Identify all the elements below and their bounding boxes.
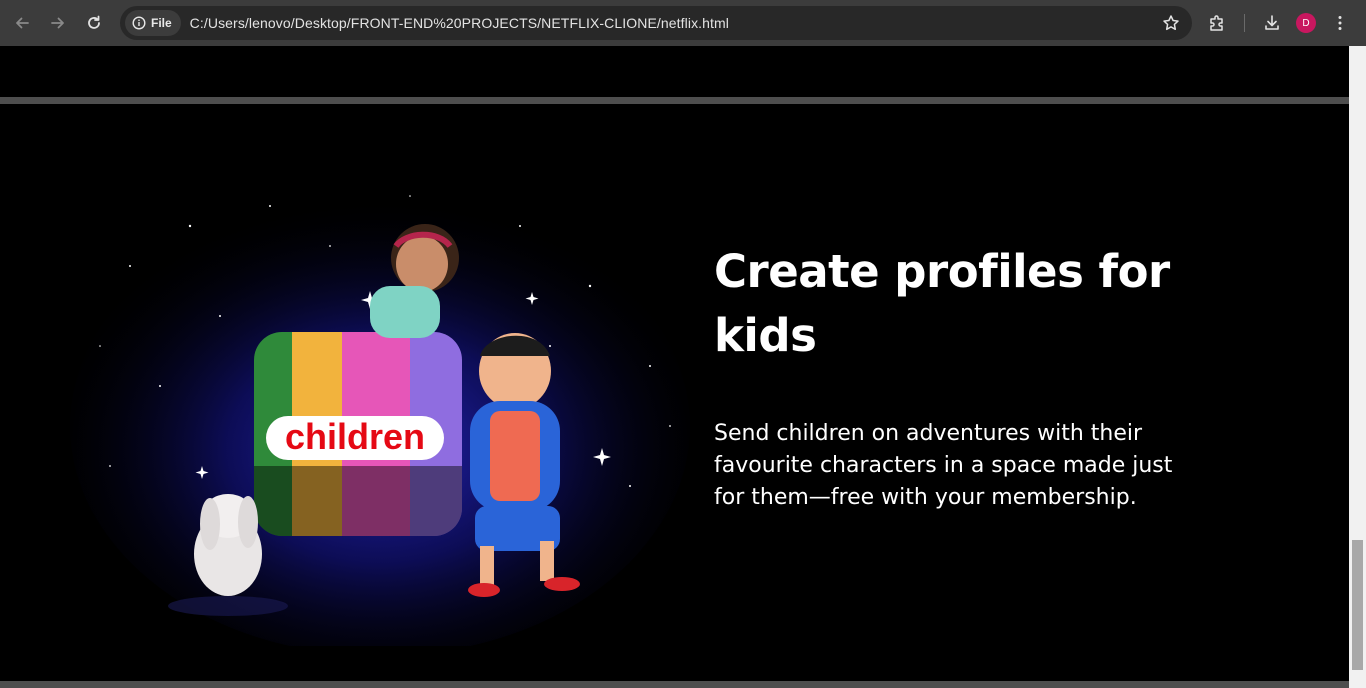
info-icon: [132, 16, 146, 30]
star-icon[interactable]: [1162, 14, 1180, 32]
toolbar-separator: [1244, 14, 1245, 32]
section-description: Send children on adventures with their f…: [714, 418, 1184, 514]
forward-button[interactable]: [40, 5, 76, 41]
kids-section-text: Create profiles for kids Send children o…: [714, 240, 1184, 514]
forward-icon: [51, 17, 64, 29]
downloads-button[interactable]: [1255, 6, 1289, 40]
menu-icon: [1338, 16, 1342, 30]
description-line-1: Send children on adventures with their: [714, 421, 1143, 446]
scrollbar-thumb[interactable]: [1352, 540, 1363, 670]
url-text[interactable]: C:/Users/lenovo/Desktop/FRONT-END%20PROJ…: [190, 15, 729, 31]
reload-icon: [88, 15, 100, 29]
kids-profile-illustration: children: [70, 195, 690, 646]
site-chip-label: File: [151, 16, 172, 30]
extensions-button[interactable]: [1200, 6, 1234, 40]
back-button[interactable]: [4, 5, 40, 41]
profile-button[interactable]: D: [1289, 6, 1323, 40]
reload-button[interactable]: [76, 5, 112, 41]
section-title: Create profiles for kids: [714, 240, 1184, 368]
title-line-1: Create profiles for: [714, 245, 1170, 298]
page-viewport: children Create profiles for kids Send c…: [0, 46, 1349, 688]
browser-toolbar: File C:/Users/lenovo/Desktop/FRONT-END%2…: [0, 0, 1366, 46]
avatar: D: [1296, 13, 1316, 33]
description-line-3: for them—free with your membership.: [714, 485, 1137, 510]
back-icon: [16, 17, 29, 29]
site-info-chip[interactable]: File: [125, 10, 181, 36]
address-bar[interactable]: File C:/Users/lenovo/Desktop/FRONT-END%2…: [120, 6, 1192, 40]
download-icon: [1265, 15, 1279, 30]
section-divider: [0, 97, 1349, 104]
section-divider-bottom: [0, 681, 1349, 688]
description-line-2: favourite characters in a space made jus…: [714, 453, 1173, 478]
menu-button[interactable]: [1323, 6, 1357, 40]
extensions-icon: [1210, 15, 1223, 31]
children-logo-text: children: [285, 416, 425, 457]
page-scrollbar[interactable]: [1349, 46, 1366, 688]
title-line-2: kids: [714, 309, 817, 362]
